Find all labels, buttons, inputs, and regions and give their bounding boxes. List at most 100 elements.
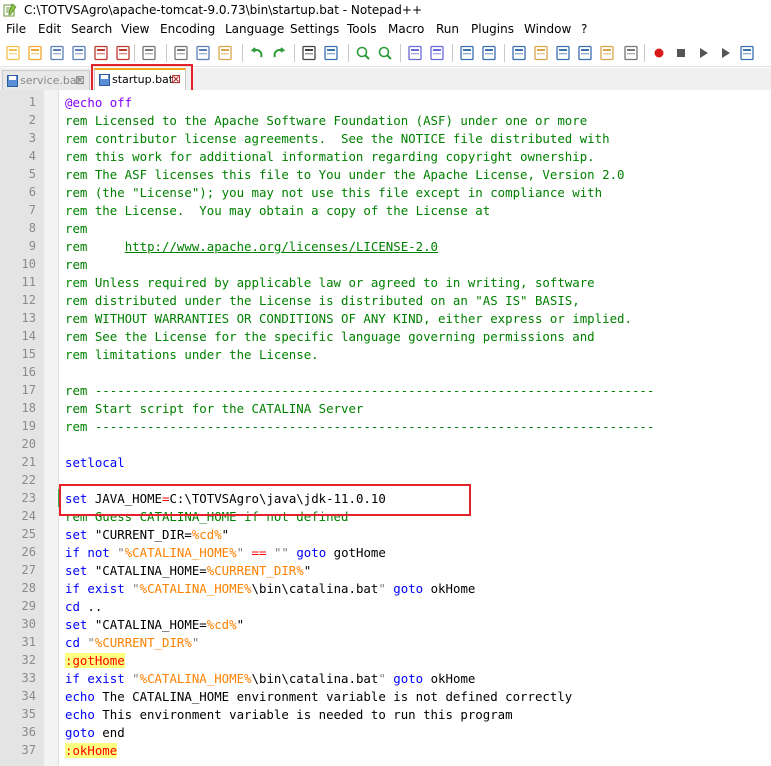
code-line[interactable]: 13 rem WITHOUT WARRANTIES OR CONDITIONS O… (0, 309, 771, 327)
code-text: cd .. (65, 599, 102, 614)
menu-encoding[interactable]: Encoding (160, 22, 215, 36)
code-token: rem (65, 239, 125, 254)
code-line[interactable]: 8 rem (0, 219, 771, 237)
code-line[interactable]: 12 rem distributed under the License is d… (0, 291, 771, 309)
monitoring-icon[interactable] (622, 44, 640, 62)
show-all-chars-icon[interactable] (480, 44, 498, 62)
toolbar-separator (400, 44, 401, 62)
code-line[interactable]: 36 goto end (0, 723, 771, 741)
new-file-icon[interactable] (4, 44, 22, 62)
toolbar-separator (504, 44, 505, 62)
zoom-in-icon[interactable] (354, 44, 372, 62)
code-line[interactable]: 3 rem contributor license agreements. See… (0, 129, 771, 147)
play-macro-icon[interactable] (694, 44, 712, 62)
close-icon[interactable]: ⊠ (75, 73, 85, 87)
code-token: %cd% (206, 617, 237, 632)
redo-icon[interactable] (270, 44, 288, 62)
code-line[interactable]: 16 (0, 363, 771, 381)
undo-icon[interactable] (248, 44, 266, 62)
line-number: 26 (21, 545, 36, 559)
code-token: goto (65, 725, 95, 740)
menu-view[interactable]: View (121, 22, 149, 36)
code-line[interactable]: 15 rem limitations under the License. (0, 345, 771, 363)
save-icon[interactable] (48, 44, 66, 62)
indent-guide-icon[interactable] (510, 44, 528, 62)
paste-icon[interactable] (216, 44, 234, 62)
cut-icon[interactable] (172, 44, 190, 62)
tab-service-bat[interactable]: service.bat ⊠ (2, 70, 90, 91)
code-line[interactable]: 4 rem this work for additional informatio… (0, 147, 771, 165)
menu-language[interactable]: Language (225, 22, 284, 36)
code-line[interactable]: 31 cd "%CURRENT_DIR%" (0, 633, 771, 651)
code-line[interactable]: 9 rem http://www.apache.org/licenses/LICE… (0, 237, 771, 255)
menu-macro[interactable]: Macro (388, 22, 424, 36)
code-token: http://www.apache.org/licenses/LICENSE-2… (124, 239, 438, 254)
code-line[interactable]: 37:okHome (0, 741, 771, 759)
code-line[interactable]: 20 (0, 435, 771, 453)
close-icon[interactable] (92, 44, 110, 62)
code-line[interactable]: 17 rem ----------------------------------… (0, 381, 771, 399)
line-number: 11 (21, 275, 36, 289)
code-text: rem ------------------------------------… (65, 419, 654, 434)
save-all-icon[interactable] (70, 44, 88, 62)
menu-bar: File Edit Search View Encoding Language Settin… (0, 22, 771, 40)
udl-icon[interactable] (532, 44, 550, 62)
code-line[interactable]: 32:gotHome (0, 651, 771, 669)
code-line[interactable]: 29 cd .. (0, 597, 771, 615)
find-icon[interactable] (300, 44, 318, 62)
menu-search[interactable]: Search (71, 22, 112, 36)
record-macro-icon[interactable] (650, 44, 668, 62)
save-macro-icon[interactable] (738, 44, 756, 62)
menu-run[interactable]: Run (436, 22, 459, 36)
line-number: 21 (21, 455, 36, 469)
code-line[interactable]: 18 rem Start script for the CATALINA Serv… (0, 399, 771, 417)
menu-help[interactable]: ? (581, 22, 587, 36)
code-token: gotHome (326, 545, 386, 560)
doc-map-icon[interactable] (554, 44, 572, 62)
print-icon[interactable] (140, 44, 158, 62)
menu-settings[interactable]: Settings (290, 22, 339, 36)
code-line[interactable]: 6 rem (the "License"); you may not use th… (0, 183, 771, 201)
code-line[interactable]: 19 rem ----------------------------------… (0, 417, 771, 435)
menu-tools[interactable]: Tools (347, 22, 377, 36)
code-text: :okHome (65, 743, 118, 758)
code-line[interactable]: 14 rem See the License for the specific l… (0, 327, 771, 345)
close-all-icon[interactable] (114, 44, 132, 62)
code-line[interactable]: 7 rem the License. You may obtain a copy … (0, 201, 771, 219)
menu-plugins[interactable]: Plugins (471, 22, 514, 36)
function-list-icon[interactable] (576, 44, 594, 62)
word-wrap-icon[interactable] (458, 44, 476, 62)
zoom-out-icon[interactable] (376, 44, 394, 62)
folder-workspace-icon[interactable] (598, 44, 616, 62)
code-token: " (303, 563, 312, 578)
code-line[interactable]: 26 if not "%CATALINA_HOME%" == "" goto go… (0, 543, 771, 561)
code-token: rem (the "License"); you may not use thi… (65, 185, 603, 200)
menu-edit[interactable]: Edit (38, 22, 61, 36)
copy-icon[interactable] (194, 44, 212, 62)
code-line[interactable]: 30 set "CATALINA_HOME=%cd%" (0, 615, 771, 633)
open-file-icon[interactable] (26, 44, 44, 62)
code-line[interactable]: 11 rem Unless required by applicable law … (0, 273, 771, 291)
code-line[interactable]: 21 setlocal (0, 453, 771, 471)
code-line[interactable]: 5 rem The ASF licenses this file to You u… (0, 165, 771, 183)
code-line[interactable]: 28 if exist "%CATALINA_HOME%\bin\catalina… (0, 579, 771, 597)
code-line[interactable]: 25 set "CURRENT_DIR=%cd%" (0, 525, 771, 543)
code-line[interactable]: 2 rem Licensed to the Apache Software Fou… (0, 111, 771, 129)
sync-vertical-icon[interactable] (406, 44, 424, 62)
code-line[interactable]: 10 rem (0, 255, 771, 273)
code-token: "CATALINA_HOME= (87, 563, 207, 578)
run-macro-multiple-icon[interactable] (716, 44, 734, 62)
code-line[interactable]: 34 echo The CATALINA_HOME environment var… (0, 687, 771, 705)
replace-icon[interactable] (322, 44, 340, 62)
code-line[interactable]: 27 set "CATALINA_HOME=%CURRENT_DIR%" (0, 561, 771, 579)
code-text: echo The CATALINA_HOME environment varia… (65, 689, 572, 704)
menu-window[interactable]: Window (524, 22, 571, 36)
sync-horizontal-icon[interactable] (428, 44, 446, 62)
code-line[interactable]: 35 echo This environment variable is need… (0, 705, 771, 723)
editor[interactable]: 1 @echo off 2 rem Licensed to the Apache So… (0, 90, 771, 766)
menu-file[interactable]: File (6, 22, 26, 36)
title-bar: C:\TOTVSAgro\apache-tomcat-9.0.73\bin\st… (0, 0, 771, 20)
code-line[interactable]: 1 @echo off (0, 93, 771, 111)
code-line[interactable]: 33 if exist "%CATALINA_HOME%\bin\catalina… (0, 669, 771, 687)
stop-macro-icon[interactable] (672, 44, 690, 62)
